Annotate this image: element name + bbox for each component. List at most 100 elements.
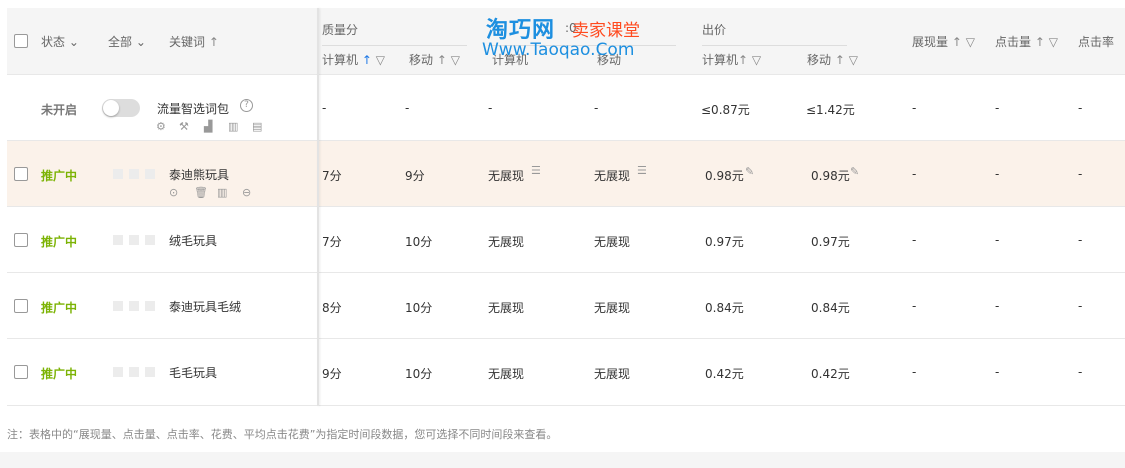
quality-mobile-cell: 10分 [405,301,433,315]
mid-mobile-cell: 无展现 [594,169,631,183]
mid-mobile-cell: 无展现 [594,235,631,249]
filter-icon[interactable]: ▽ [966,35,975,49]
status-filter[interactable]: 状态 ⌄ [41,33,79,50]
ctr-cell: - [1078,233,1083,247]
mid-mobile-cell: 无展现 [594,301,631,315]
filter-icon[interactable]: ▽ [1049,35,1058,49]
table-row[interactable]: 推广中 泰迪玩具毛绒 8分 10分 无展现 无展现 0.84元 0.84元 - … [7,272,1125,339]
chart-icon[interactable]: ▟ [204,120,212,133]
ctr-cell: - [1078,101,1083,115]
quality-pc-cell: - [322,101,327,115]
clicks-cell: - [995,299,1000,313]
row-checkbox[interactable] [14,167,28,181]
quality-mobile-cell: 9分 [405,169,425,183]
edit-icon[interactable]: ✎ [850,165,859,178]
bottom-bar [0,452,1125,468]
table-row[interactable]: 推广中 毛毛玩具 9分 10分 无展现 无展现 0.42元 0.42元 - - … [7,338,1125,406]
bar-chart-icon[interactable]: ▥ [217,186,227,199]
bid-pc-header[interactable]: 计算机↑ ▽ [702,51,761,68]
filter-icon[interactable]: ▽ [451,53,460,67]
status-label: 推广中 [41,169,78,183]
quality-pc-cell: 8分 [322,301,342,315]
impressions-cell: - [912,233,917,247]
quality-pc-header[interactable]: 计算机 ↑ ▽ [322,51,385,68]
clicks-cell: - [995,365,1000,379]
thumbnail-placeholder [129,367,139,377]
keyword-text: 毛毛玩具 [169,366,218,380]
clicks-header[interactable]: 点击量 ↑ ▽ [995,33,1058,50]
bid-pc-cell: 0.98元 [705,169,744,183]
bar-chart-icon[interactable]: ▥ [228,120,238,133]
mid-pc-cell: 无展现 [488,235,525,249]
keyword-text: 泰迪熊玩具 [169,168,230,182]
mid-pc-cell: - [488,101,493,115]
impressions-header[interactable]: 展现量 ↑ ▽ [912,33,975,50]
bid-mobile-cell: 0.98元 [811,169,850,183]
bid-mobile-cell: 0.42元 [811,367,850,381]
quality-mobile-header[interactable]: 移动 ↑ ▽ [409,51,460,68]
clicks-cell: - [995,167,1000,181]
table-row-smart-package: 未开启 流量智选词包 ? ⚙ ⚒ ▟ ▥ ▤ - - - - ≤0.87元 ≤1… [7,74,1125,141]
ctr-cell: - [1078,365,1083,379]
target-icon[interactable]: ⊙ [169,186,178,199]
row-checkbox[interactable] [14,299,28,313]
row-checkbox[interactable] [14,365,28,379]
chevron-down-icon: ⌄ [68,35,79,49]
select-all-checkbox[interactable] [14,34,28,48]
table-row[interactable]: 推广中 绒毛玩具 7分 10分 无展现 无展现 0.97元 0.97元 - - … [7,206,1125,273]
quality-header: 质量分 [322,23,359,37]
filter-icon[interactable]: ▽ [376,53,385,67]
bid-pc-cell: 0.84元 [705,301,744,315]
document-icon[interactable]: ▤ [252,120,262,133]
mid-mobile-cell: 无展现 [594,367,631,381]
thumbnail-placeholder [113,235,123,245]
mid-pc-cell: 无展现 [488,367,525,381]
row-checkbox[interactable] [14,233,28,247]
status-label: 推广中 [41,367,78,381]
more-icon[interactable]: ⊖ [242,186,251,199]
bid-mobile-header[interactable]: 移动 ↑ ▽ [807,51,858,68]
ctr-cell: - [1078,299,1083,313]
mid-pc-cell: 无展现 [488,301,525,315]
bid-pc-cell: ≤0.87元 [701,103,750,117]
mid-mobile-cell: - [594,101,599,115]
thumbnail-placeholder [145,169,155,179]
clicks-cell: - [995,101,1000,115]
thumbnail-placeholder [129,301,139,311]
help-icon[interactable]: ? [240,99,253,112]
keyword-sort-header[interactable]: 关键词 ↑ [169,33,219,50]
quality-mobile-cell: - [405,101,410,115]
quality-pc-cell: 9分 [322,367,342,381]
edit-icon[interactable]: ✎ [745,165,754,178]
all-filter[interactable]: 全部 ⌄ [108,33,146,50]
filter-icon[interactable]: ▽ [752,53,761,67]
smart-package-toggle[interactable] [102,99,140,117]
ctr-cell: - [1078,167,1083,181]
chevron-down-icon: ⌄ [135,35,146,49]
list-icon[interactable]: ☰ [531,164,541,177]
ctr-header[interactable]: 点击率 [1078,33,1114,50]
smart-package-name: 流量智选词包 [157,102,230,116]
list-icon[interactable]: ☰ [637,164,647,177]
table-row[interactable]: 推广中 泰迪熊玩具 ⊙ 🗑 ▥ ⊖ 7分 9分 无展现 ☰ 无展现 ☰ 0.98… [7,140,1125,207]
watermark-url: Www.Taoqao.Com [482,40,635,60]
sort-up-icon: ↑ [436,53,447,67]
bid-header: 出价 [702,23,727,37]
bid-pc-cell: 0.97元 [705,235,744,249]
status-label: 推广中 [41,301,78,315]
wrench-icon[interactable]: ⚒ [179,120,189,133]
status-label: 未开启 [41,103,78,117]
thumbnail-placeholder [129,235,139,245]
sort-up-icon: ↑ [208,35,219,49]
bid-mobile-cell: 0.97元 [811,235,850,249]
filter-icon[interactable]: ▽ [849,53,858,67]
impressions-cell: - [912,167,917,181]
thumbnail-placeholder [113,301,123,311]
sort-up-icon: ↑ [361,53,372,67]
trash-icon[interactable]: 🗑 [194,186,208,199]
table-footnote: 注：表格中的“展现量、点击量、点击率、花费、平均点击花费”为指定时间段数据，您可… [7,428,558,441]
bid-group-line [702,45,847,46]
thumbnail-placeholder [113,169,123,179]
frozen-column-divider [317,8,319,406]
settings-icon[interactable]: ⚙ [156,120,166,133]
